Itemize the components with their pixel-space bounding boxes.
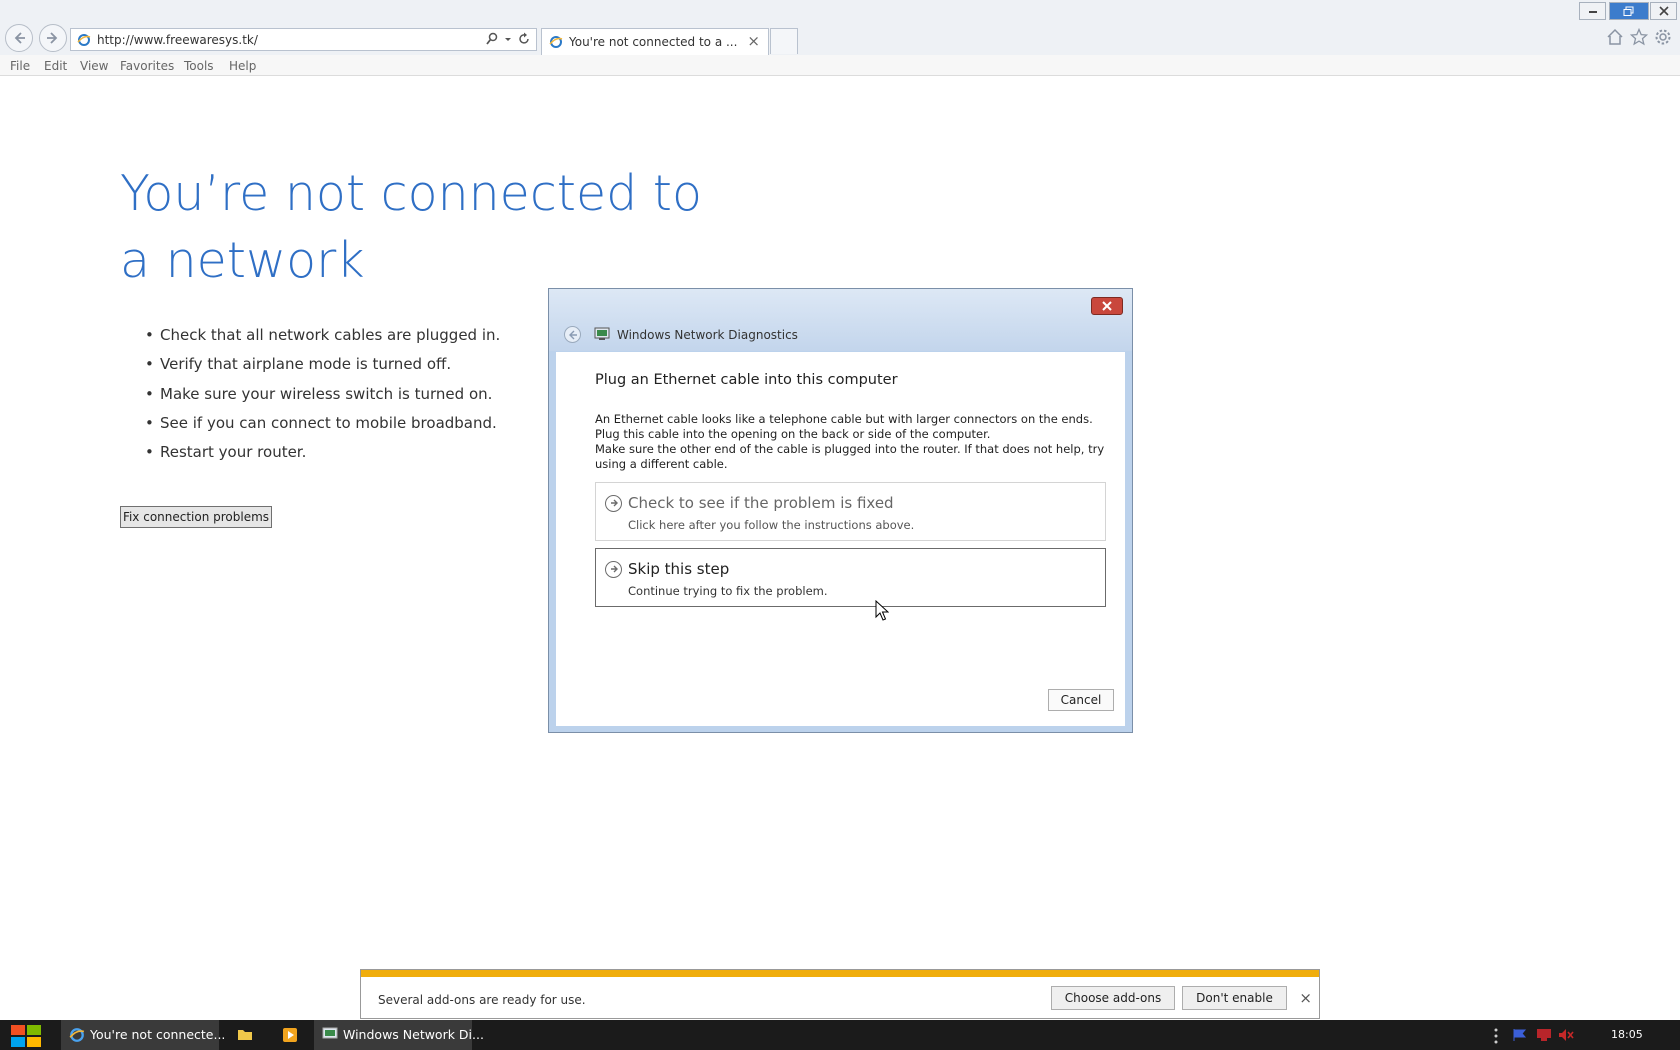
option-subtitle: Click here after you follow the instruct… bbox=[628, 518, 915, 532]
dialog-app-title: Windows Network Diagnostics bbox=[617, 328, 798, 342]
restore-icon bbox=[1623, 6, 1634, 16]
option-subtitle: Continue trying to fix the problem. bbox=[628, 584, 828, 598]
arrow-right-circle-icon bbox=[605, 561, 622, 578]
network-diagnostics-icon bbox=[322, 1027, 338, 1039]
media-player-icon bbox=[283, 1028, 297, 1042]
close-notification-icon[interactable]: × bbox=[1299, 989, 1312, 1007]
taskbar: You're not connecte... Windows Network D… bbox=[0, 1020, 1680, 1050]
tab-active[interactable]: You're not connected to a ... × bbox=[541, 28, 769, 55]
menu-view[interactable]: View bbox=[80, 59, 108, 73]
menu-bar: File Edit View Favorites Tools Help bbox=[0, 55, 1680, 76]
dialog-close-button[interactable] bbox=[1091, 297, 1123, 315]
start-button-icon[interactable] bbox=[9, 1023, 43, 1049]
settings-gear-icon[interactable] bbox=[1654, 28, 1672, 46]
clock: 18:05 bbox=[1611, 1028, 1643, 1041]
refresh-icon[interactable] bbox=[518, 32, 530, 46]
menu-help[interactable]: Help bbox=[229, 59, 256, 73]
close-window-button[interactable] bbox=[1650, 2, 1677, 20]
forward-button[interactable] bbox=[39, 24, 67, 52]
list-item: Restart your router. bbox=[145, 443, 500, 472]
fix-connection-button[interactable]: Fix connection problems bbox=[120, 506, 272, 528]
ie-taskbar-icon bbox=[69, 1027, 85, 1046]
dont-enable-button[interactable]: Don't enable bbox=[1182, 986, 1287, 1010]
browser-toolbar: http://www.freewaresys.tk/ You're not co… bbox=[0, 0, 1680, 55]
option-title: Skip this step bbox=[628, 560, 730, 578]
back-arrow-icon bbox=[14, 32, 25, 44]
forward-arrow-icon bbox=[47, 32, 58, 44]
volume-muted-icon[interactable] bbox=[1558, 1028, 1574, 1042]
taskbar-item-label: You're not connecte... bbox=[90, 1027, 226, 1042]
address-url[interactable]: http://www.freewaresys.tk/ bbox=[97, 33, 258, 47]
taskbar-item-diagnostics[interactable]: Windows Network Di... bbox=[314, 1020, 484, 1050]
taskbar-item-explorer[interactable] bbox=[229, 1020, 259, 1050]
back-button[interactable] bbox=[5, 24, 33, 52]
check-problem-fixed-option[interactable]: Check to see if the problem is fixed Cli… bbox=[595, 482, 1106, 541]
menu-favorites[interactable]: Favorites bbox=[120, 59, 174, 73]
new-tab-button[interactable] bbox=[770, 28, 798, 54]
minimize-icon bbox=[1588, 11, 1597, 13]
search-icon[interactable] bbox=[486, 32, 498, 46]
favorites-star-icon[interactable] bbox=[1630, 28, 1648, 46]
list-item: Check that all network cables are plugge… bbox=[145, 326, 500, 355]
close-icon bbox=[1658, 6, 1669, 16]
list-item: See if you can connect to mobile broadba… bbox=[145, 414, 500, 443]
arrow-right-circle-icon bbox=[605, 495, 622, 512]
page-title: You’re not connected to a network bbox=[120, 165, 702, 289]
dialog-heading: Plug an Ethernet cable into this compute… bbox=[595, 372, 898, 388]
description-paragraph-2: Make sure the other end of the cable is … bbox=[595, 442, 1105, 471]
close-tab-icon[interactable]: × bbox=[747, 32, 760, 50]
troubleshooting-list: Check that all network cables are plugge… bbox=[145, 326, 500, 472]
address-bar[interactable]: http://www.freewaresys.tk/ bbox=[70, 28, 537, 51]
dialog-description: An Ethernet cable looks like a telephone… bbox=[595, 412, 1110, 472]
home-icon[interactable] bbox=[1606, 28, 1624, 46]
option-title: Check to see if the problem is fixed bbox=[628, 494, 894, 512]
system-tray bbox=[1490, 1020, 1590, 1050]
taskbar-item-label: Windows Network Di... bbox=[343, 1027, 484, 1042]
tab-title: You're not connected to a ... bbox=[569, 35, 738, 49]
dialog-back-button[interactable] bbox=[564, 326, 581, 343]
notification-message: Several add-ons are ready for use. bbox=[378, 993, 586, 1007]
back-arrow-icon bbox=[568, 330, 577, 340]
dialog-content: Plug an Ethernet cable into this compute… bbox=[556, 352, 1125, 726]
folder-icon bbox=[238, 1030, 252, 1040]
network-status-icon[interactable] bbox=[1536, 1028, 1552, 1042]
list-item: Verify that airplane mode is turned off. bbox=[145, 355, 500, 384]
taskbar-item-media[interactable] bbox=[274, 1020, 304, 1050]
mouse-cursor-icon bbox=[875, 600, 889, 621]
dropdown-arrow-icon[interactable] bbox=[504, 32, 512, 46]
menu-edit[interactable]: Edit bbox=[44, 59, 67, 73]
taskbar-item-ie[interactable]: You're not connecte... bbox=[61, 1020, 225, 1050]
minimize-button[interactable] bbox=[1579, 2, 1606, 20]
close-icon bbox=[1102, 301, 1112, 311]
menu-file[interactable]: File bbox=[10, 59, 30, 73]
description-paragraph-1: An Ethernet cable looks like a telephone… bbox=[595, 412, 1093, 441]
action-center-flag-icon[interactable] bbox=[1512, 1028, 1528, 1042]
tray-overflow-icon[interactable] bbox=[1494, 1028, 1498, 1044]
network-diagnostics-icon bbox=[594, 327, 610, 340]
restore-button[interactable] bbox=[1609, 2, 1649, 20]
menu-tools[interactable]: Tools bbox=[184, 59, 214, 73]
addons-notification-bar: Several add-ons are ready for use. Choos… bbox=[360, 969, 1320, 1019]
notification-accent-stripe bbox=[361, 970, 1319, 977]
ie-tab-icon bbox=[549, 35, 563, 52]
network-diagnostics-dialog: Windows Network Diagnostics Plug an Ethe… bbox=[548, 288, 1133, 733]
ie-page-icon bbox=[77, 33, 91, 50]
cancel-button[interactable]: Cancel bbox=[1048, 689, 1114, 711]
choose-addons-button[interactable]: Choose add-ons bbox=[1051, 986, 1175, 1010]
skip-step-option[interactable]: Skip this step Continue trying to fix th… bbox=[595, 548, 1106, 607]
list-item: Make sure your wireless switch is turned… bbox=[145, 385, 500, 414]
